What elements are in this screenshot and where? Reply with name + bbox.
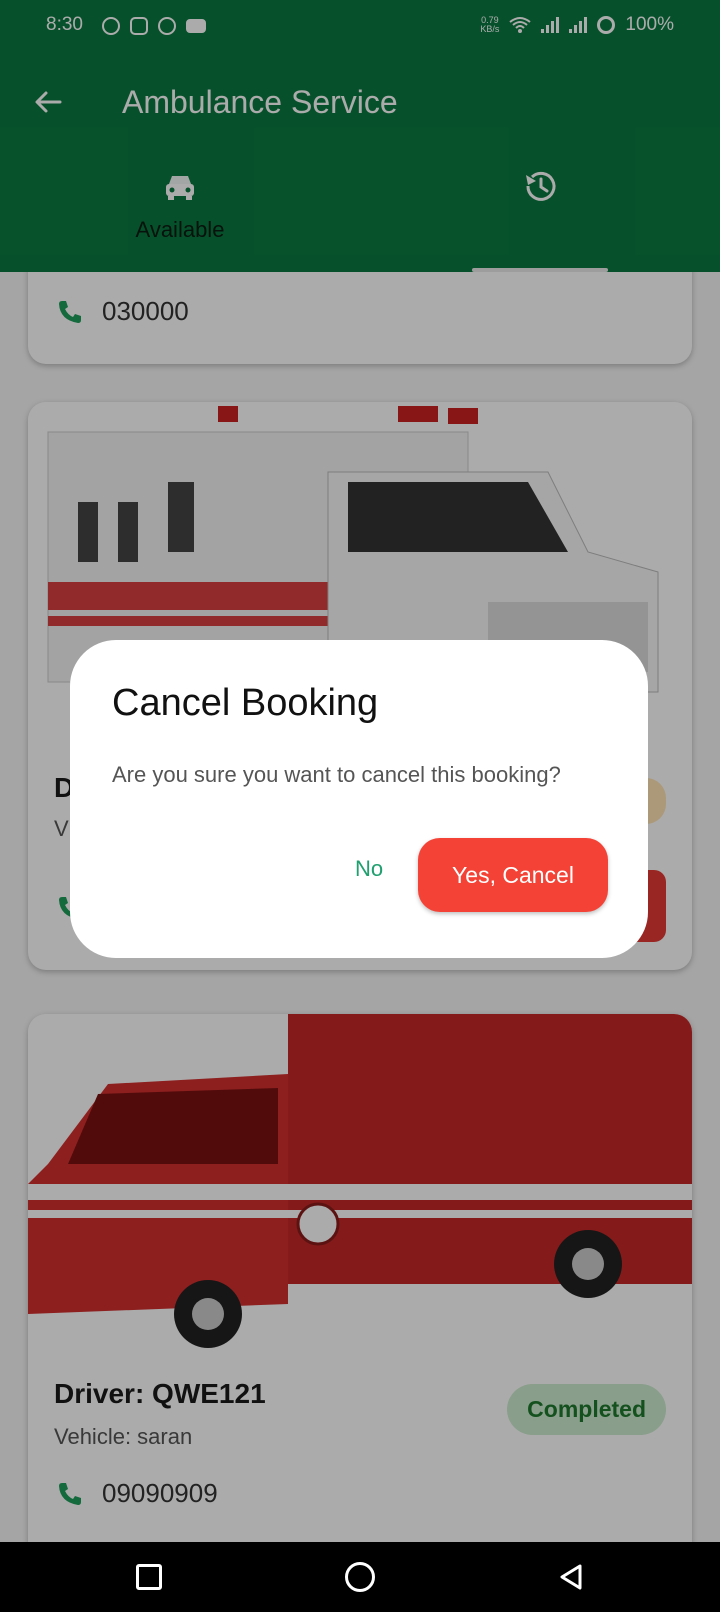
- dialog-title: Cancel Booking: [112, 682, 379, 724]
- system-nav-bar: [0, 1542, 720, 1612]
- home-button[interactable]: [345, 1562, 375, 1592]
- cancel-booking-dialog: Cancel Booking Are you sure you want to …: [70, 640, 648, 958]
- dialog-message: Are you sure you want to cancel this boo…: [112, 762, 561, 787]
- yes-cancel-button[interactable]: Yes, Cancel: [418, 838, 608, 912]
- back-button[interactable]: [556, 1562, 586, 1592]
- recent-apps-button[interactable]: [136, 1564, 162, 1590]
- no-button[interactable]: No: [326, 838, 412, 900]
